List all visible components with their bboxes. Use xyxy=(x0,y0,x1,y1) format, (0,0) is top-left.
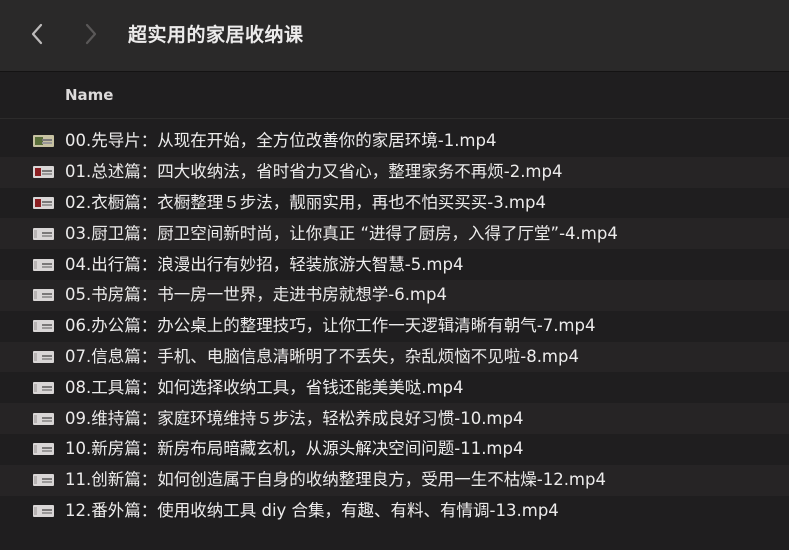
file-name: 01.总述篇：四大收纳法，省时省力又省心，整理家务不再烦-2.mp4 xyxy=(65,162,563,182)
file-row[interactable]: 11.创新篇：如何创造属于自身的收纳整理良方，受用一生不枯燥-12.mp4 xyxy=(0,464,789,496)
file-name: 03.厨卫篇：厨卫空间新时尚，让你真正 “进得了厨房，入得了厅堂”-4.mp4 xyxy=(65,223,618,243)
file-name: 08.工具篇：如何选择收纳工具，省钱还能美美哒.mp4 xyxy=(65,377,464,397)
file-name: 07.信息篇：手机、电脑信息清晰明了不丢失，杂乱烦恼不见啦-8.mp4 xyxy=(65,346,579,366)
video-thumbnail-icon xyxy=(33,166,54,179)
file-row[interactable]: 03.厨卫篇：厨卫空间新时尚，让你真正 “进得了厨房，入得了厅堂”-4.mp4 xyxy=(0,218,789,250)
file-row[interactable]: 01.总述篇：四大收纳法，省时省力又省心，整理家务不再烦-2.mp4 xyxy=(0,156,789,188)
list-header: Name xyxy=(0,73,789,119)
title-bar: 超实用的家居收纳课 xyxy=(0,0,789,72)
file-name: 00.先导片：从现在开始，全方位改善你的家居环境-1.mp4 xyxy=(65,131,497,151)
file-name: 05.书房篇：书一房一世界，走进书房就想学-6.mp4 xyxy=(65,285,447,305)
file-row[interactable]: 05.书房篇：书一房一世界，走进书房就想学-6.mp4 xyxy=(0,279,789,311)
file-row[interactable]: 00.先导片：从现在开始，全方位改善你的家居环境-1.mp4 xyxy=(0,126,789,157)
video-thumbnail-icon xyxy=(33,227,54,240)
video-thumbnail-icon xyxy=(33,381,54,394)
column-header-name[interactable]: Name xyxy=(65,85,113,105)
window-title: 超实用的家居收纳课 xyxy=(128,24,304,46)
file-row[interactable]: 10.新房篇：新房布局暗藏玄机，从源头解决空间问题-11.mp4 xyxy=(0,434,789,465)
file-row[interactable]: 07.信息篇：手机、电脑信息清晰明了不丢失，杂乱烦恼不见啦-8.mp4 xyxy=(0,341,789,373)
file-row[interactable]: 02.衣橱篇：衣橱整理５步法，靓丽实用，再也不怕买买买-3.mp4 xyxy=(0,188,789,219)
video-thumbnail-icon xyxy=(33,412,54,425)
chevron-right-icon xyxy=(85,23,97,45)
video-thumbnail-icon xyxy=(33,474,54,487)
file-name: 11.创新篇：如何创造属于自身的收纳整理良方，受用一生不枯燥-12.mp4 xyxy=(65,470,606,490)
chevron-left-icon xyxy=(31,23,43,45)
back-button[interactable] xyxy=(22,18,52,50)
file-name: 09.维持篇：家庭环境维持５步法，轻松养成良好习惯-10.mp4 xyxy=(65,408,524,428)
file-name: 12.番外篇：使用收纳工具 diy 合集，有趣、有料、有情调-13.mp4 xyxy=(65,500,559,520)
video-thumbnail-icon xyxy=(33,350,54,363)
video-thumbnail-icon xyxy=(33,289,54,302)
file-row[interactable]: 06.办公篇：办公桌上的整理技巧，让你工作一天逻辑清晰有朝气-7.mp4 xyxy=(0,311,789,342)
video-thumbnail-icon xyxy=(33,135,54,148)
video-thumbnail-icon xyxy=(33,258,54,271)
file-list: 00.先导片：从现在开始，全方位改善你的家居环境-1.mp4 01.总述篇：四大… xyxy=(0,126,789,526)
forward-button[interactable] xyxy=(76,18,106,50)
file-name: 06.办公篇：办公桌上的整理技巧，让你工作一天逻辑清晰有朝气-7.mp4 xyxy=(65,316,596,336)
file-name: 10.新房篇：新房布局暗藏玄机，从源头解决空间问题-11.mp4 xyxy=(65,439,524,459)
video-thumbnail-icon xyxy=(33,504,54,517)
video-thumbnail-icon xyxy=(33,320,54,333)
video-thumbnail-icon xyxy=(33,443,54,456)
file-row[interactable]: 04.出行篇：浪漫出行有妙招，轻装旅游大智慧-5.mp4 xyxy=(0,249,789,280)
file-row[interactable]: 09.维持篇：家庭环境维持５步法，轻松养成良好习惯-10.mp4 xyxy=(0,403,789,434)
finder-window: 超实用的家居收纳课 Name 00.先导片：从现在开始，全方位改善你的家居环境-… xyxy=(0,0,789,550)
file-row[interactable]: 08.工具篇：如何选择收纳工具，省钱还能美美哒.mp4 xyxy=(0,372,789,403)
file-name: 04.出行篇：浪漫出行有妙招，轻装旅游大智慧-5.mp4 xyxy=(65,254,464,274)
video-thumbnail-icon xyxy=(33,196,54,209)
file-row[interactable]: 12.番外篇：使用收纳工具 diy 合集，有趣、有料、有情调-13.mp4 xyxy=(0,496,789,527)
file-name: 02.衣橱篇：衣橱整理５步法，靓丽实用，再也不怕买买买-3.mp4 xyxy=(65,192,546,212)
